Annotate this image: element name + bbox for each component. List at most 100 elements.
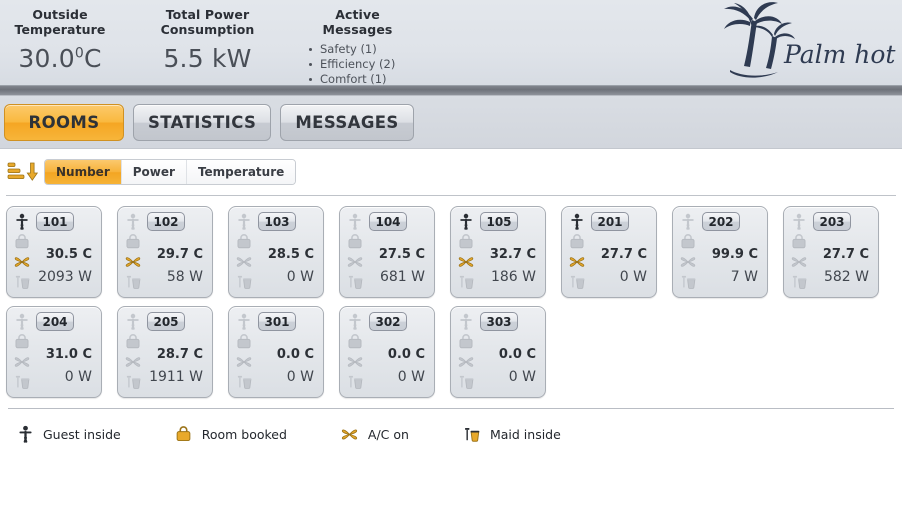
sort-options-group: Number Power Temperature bbox=[44, 159, 297, 185]
room-number-badge: 204 bbox=[36, 312, 74, 331]
room-card[interactable]: 205 28.7 C 1911 W bbox=[117, 306, 213, 398]
maid-icon bbox=[456, 372, 476, 392]
kpi-active-messages: Active Messages Safety (1) Efficiency (2… bbox=[290, 0, 425, 87]
kpi-outside-temperature-title-line2: Temperature bbox=[14, 22, 106, 37]
degree-symbol: 0 bbox=[74, 45, 84, 62]
guest-icon bbox=[234, 212, 254, 232]
room-status-icons bbox=[345, 212, 365, 292]
booked-icon bbox=[123, 232, 143, 252]
sort-option-temperature[interactable]: Temperature bbox=[186, 160, 296, 184]
ac-icon bbox=[234, 352, 254, 372]
ac-icon bbox=[345, 352, 365, 372]
room-status-icons bbox=[789, 212, 809, 292]
rooms-grid: 101 30.5 C 2093 W 102 29.7 C 58 W 103 28.5 C 0 W… bbox=[0, 196, 902, 398]
room-power: 681 W bbox=[379, 269, 425, 285]
maid-icon bbox=[567, 272, 587, 292]
room-temperature: 27.5 C bbox=[378, 247, 425, 262]
legend: Guest inside Room booked A/C on Maid inside bbox=[0, 409, 902, 445]
guest-icon bbox=[456, 212, 476, 232]
sort-option-power[interactable]: Power bbox=[121, 160, 187, 184]
room-number-badge: 105 bbox=[480, 212, 518, 231]
kpi-row: Outside Temperature 30.00C Total Power C… bbox=[0, 0, 425, 87]
room-power: 0 W bbox=[286, 369, 314, 385]
booked-icon bbox=[456, 232, 476, 252]
legend-item: Room booked bbox=[173, 423, 287, 445]
sort-option-number[interactable]: Number bbox=[45, 160, 122, 184]
legend-item: Maid inside bbox=[461, 423, 561, 445]
maid-icon bbox=[12, 272, 32, 292]
room-number-badge: 202 bbox=[702, 212, 740, 231]
maid-icon bbox=[123, 372, 143, 392]
guest-icon bbox=[567, 212, 587, 232]
rooms-grid-row-2: 204 31.0 C0 W 205 28.7 C 1911 W 301 0.0 C0 W 30… bbox=[6, 306, 896, 398]
room-status-icons bbox=[123, 212, 143, 292]
sort-descending-icon[interactable] bbox=[6, 160, 42, 184]
room-card[interactable]: 301 0.0 C 0 W bbox=[228, 306, 324, 398]
ac-icon bbox=[12, 352, 32, 372]
ac-icon bbox=[123, 252, 143, 272]
kpi-active-messages-title-line2: Messages bbox=[322, 22, 393, 37]
room-power: 7 W bbox=[730, 269, 758, 285]
room-power: 0 W bbox=[508, 369, 536, 385]
outside-temperature-unit: C bbox=[83, 44, 102, 73]
booked-icon bbox=[123, 332, 143, 352]
maid-icon bbox=[12, 372, 32, 392]
room-card[interactable]: 201 27.7 C 0 W bbox=[561, 206, 657, 298]
room-power: 0 W bbox=[397, 369, 425, 385]
room-card[interactable]: 302 0.0 C 0 W bbox=[339, 306, 435, 398]
room-number-badge: 203 bbox=[813, 212, 851, 231]
guest-icon bbox=[14, 423, 36, 445]
outside-temperature-number: 30.0 bbox=[18, 44, 75, 73]
tab-messages[interactable]: MESSAGES bbox=[280, 103, 414, 141]
message-item-comfort[interactable]: Comfort (1) bbox=[308, 72, 425, 87]
room-card[interactable]: 204 31.0 C 0 W bbox=[6, 306, 102, 398]
room-card[interactable]: 202 99.9 C 7 W bbox=[672, 206, 768, 298]
room-number-badge: 205 bbox=[147, 312, 185, 331]
room-temperature: 99.9 C bbox=[711, 247, 758, 262]
maid-icon bbox=[234, 372, 254, 392]
room-card[interactable]: 101 30.5 C 2093 W bbox=[6, 206, 102, 298]
room-card[interactable]: 105 32.7 C 186 W bbox=[450, 206, 546, 298]
room-number-badge: 302 bbox=[369, 312, 407, 331]
room-card[interactable]: 102 29.7 C 58 W bbox=[117, 206, 213, 298]
booked-icon bbox=[234, 332, 254, 352]
ac-icon bbox=[123, 352, 143, 372]
legend-item: A/C on bbox=[339, 423, 409, 445]
room-temperature: 0.0 C bbox=[276, 347, 314, 362]
room-card[interactable]: 203 27.7 C 582 W bbox=[783, 206, 879, 298]
guest-icon bbox=[345, 312, 365, 332]
room-power: 0 W bbox=[286, 269, 314, 285]
maid-icon bbox=[123, 272, 143, 292]
room-power: 186 W bbox=[490, 269, 536, 285]
maid-icon bbox=[789, 272, 809, 292]
legend-label: Maid inside bbox=[489, 426, 561, 442]
kpi-total-power: Total Power Consumption 5.5 kW bbox=[140, 0, 275, 87]
room-status-icons bbox=[567, 212, 587, 292]
ac-icon bbox=[456, 352, 476, 372]
room-status-icons bbox=[12, 212, 32, 292]
guest-icon bbox=[12, 212, 32, 232]
message-item-efficiency[interactable]: Efficiency (2) bbox=[308, 57, 425, 72]
room-card[interactable]: 303 0.0 C 0 W bbox=[450, 306, 546, 398]
ac-icon bbox=[12, 252, 32, 272]
ac-icon bbox=[339, 423, 361, 445]
tab-rooms[interactable]: ROOMS bbox=[4, 103, 124, 141]
guest-icon bbox=[123, 212, 143, 232]
guest-icon bbox=[456, 312, 476, 332]
ac-icon bbox=[456, 252, 476, 272]
room-number-badge: 102 bbox=[147, 212, 185, 231]
room-status-icons bbox=[456, 212, 476, 292]
active-messages-list: Safety (1) Efficiency (2) Comfort (1) bbox=[290, 42, 425, 87]
kpi-total-power-title: Total Power Consumption bbox=[140, 7, 275, 37]
room-power: 58 W bbox=[166, 269, 203, 285]
booked-icon bbox=[173, 423, 195, 445]
guest-icon bbox=[345, 212, 365, 232]
message-item-safety[interactable]: Safety (1) bbox=[308, 42, 425, 57]
tab-statistics[interactable]: STATISTICS bbox=[133, 103, 272, 141]
kpi-outside-temperature-value: 30.00C bbox=[0, 44, 120, 73]
room-card[interactable]: 104 27.5 C 681 W bbox=[339, 206, 435, 298]
room-card[interactable]: 103 28.5 C 0 W bbox=[228, 206, 324, 298]
kpi-active-messages-title-line1: Active bbox=[335, 7, 380, 22]
room-status-icons bbox=[234, 312, 254, 392]
legend-item: Guest inside bbox=[14, 423, 121, 445]
